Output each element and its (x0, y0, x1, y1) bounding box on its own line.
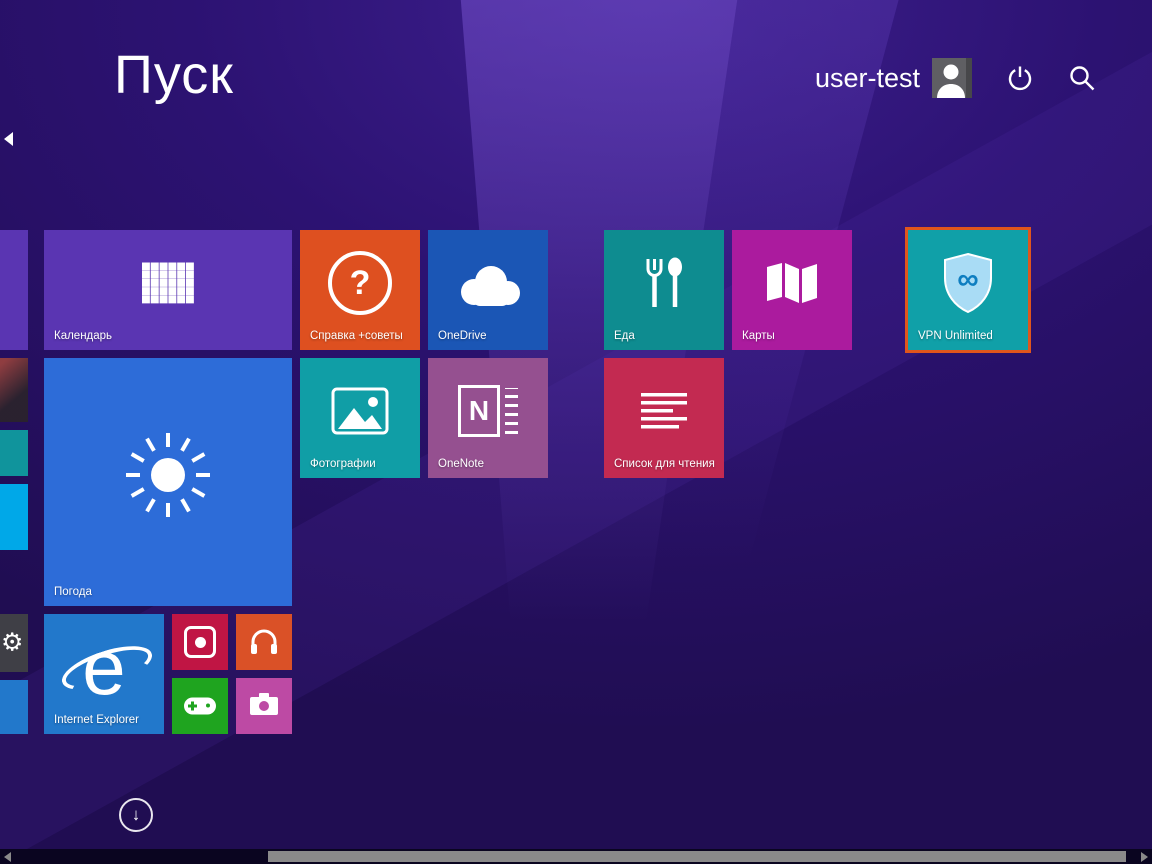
tile-onenote[interactable]: N OneNote (428, 358, 548, 478)
tile-maps[interactable]: Карты (732, 230, 852, 350)
gamepad-icon (184, 698, 216, 715)
page-title: Пуск (114, 44, 234, 106)
calendar-icon (142, 262, 194, 303)
power-icon[interactable] (1006, 64, 1034, 92)
video-icon (184, 626, 216, 658)
photos-icon (331, 387, 389, 435)
edge-tile-settings[interactable]: ⚙ (0, 614, 28, 672)
cloud-icon (448, 258, 528, 308)
tile-music[interactable] (236, 614, 292, 670)
edge-tile[interactable] (0, 430, 28, 476)
tile-reading-list[interactable]: Список для чтения (604, 358, 724, 478)
map-icon (765, 260, 819, 306)
edge-tile[interactable] (0, 680, 28, 734)
tile-help-tips[interactable]: ? Справка +советы (300, 230, 420, 350)
tile-label: Календарь (54, 329, 112, 344)
scroll-right-arrow-icon[interactable] (1141, 852, 1148, 862)
tile-label: Еда (614, 329, 635, 344)
edge-tile[interactable] (0, 484, 28, 550)
header-user-area: user-test (815, 58, 1096, 98)
tile-label: Справка +советы (310, 329, 403, 344)
tile-label: Internet Explorer (54, 713, 139, 728)
tile-label: Карты (742, 329, 775, 344)
tile-label: Фотографии (310, 457, 376, 472)
apps-view-button[interactable]: ↓ (119, 798, 153, 832)
fork-spoon-icon (640, 256, 688, 310)
edge-tile-photo[interactable] (0, 358, 28, 422)
camera-icon (250, 697, 278, 715)
tile-games[interactable] (172, 678, 228, 734)
user-silhouette-icon (932, 58, 972, 98)
edge-tile[interactable] (0, 230, 28, 350)
tile-photos[interactable]: Фотографии (300, 358, 420, 478)
tile-food[interactable]: Еда (604, 230, 724, 350)
user-name[interactable]: user-test (815, 63, 920, 94)
headphones-icon (249, 628, 279, 656)
tile-internet-explorer[interactable]: e Internet Explorer (44, 614, 164, 734)
tile-onedrive[interactable]: OneDrive (428, 230, 548, 350)
down-arrow-icon: ↓ (132, 805, 141, 825)
tile-weather[interactable]: Погода (44, 358, 292, 606)
avatar[interactable] (932, 58, 972, 98)
nav-left-arrow-icon[interactable] (4, 132, 13, 146)
scroll-left-arrow-icon[interactable] (4, 852, 11, 862)
vpn-shield-icon: ∞ (941, 252, 995, 314)
gear-icon: ⚙ (1, 631, 23, 656)
tile-vpn-unlimited[interactable]: ∞ VPN Unlimited (905, 227, 1031, 353)
tile-label: OneDrive (438, 329, 487, 344)
scrollbar-thumb[interactable] (268, 851, 1126, 862)
tile-label: VPN Unlimited (918, 329, 993, 344)
tile-label: OneNote (438, 457, 484, 472)
onenote-icon: N (458, 385, 518, 437)
tile-label: Список для чтения (614, 457, 715, 472)
sun-icon (116, 423, 220, 527)
tile-camera[interactable] (236, 678, 292, 734)
horizontal-scrollbar[interactable] (0, 849, 1152, 864)
search-icon[interactable] (1068, 64, 1096, 92)
list-icon (639, 391, 689, 431)
svg-text:∞: ∞ (957, 263, 978, 296)
start-screen: Пуск user-test ⚙ (0, 0, 1152, 864)
internet-explorer-icon: e (62, 625, 146, 709)
tile-video[interactable] (172, 614, 228, 670)
help-icon: ? (328, 251, 392, 315)
tile-calendar[interactable]: Календарь (44, 230, 292, 350)
tile-label: Погода (54, 585, 92, 600)
